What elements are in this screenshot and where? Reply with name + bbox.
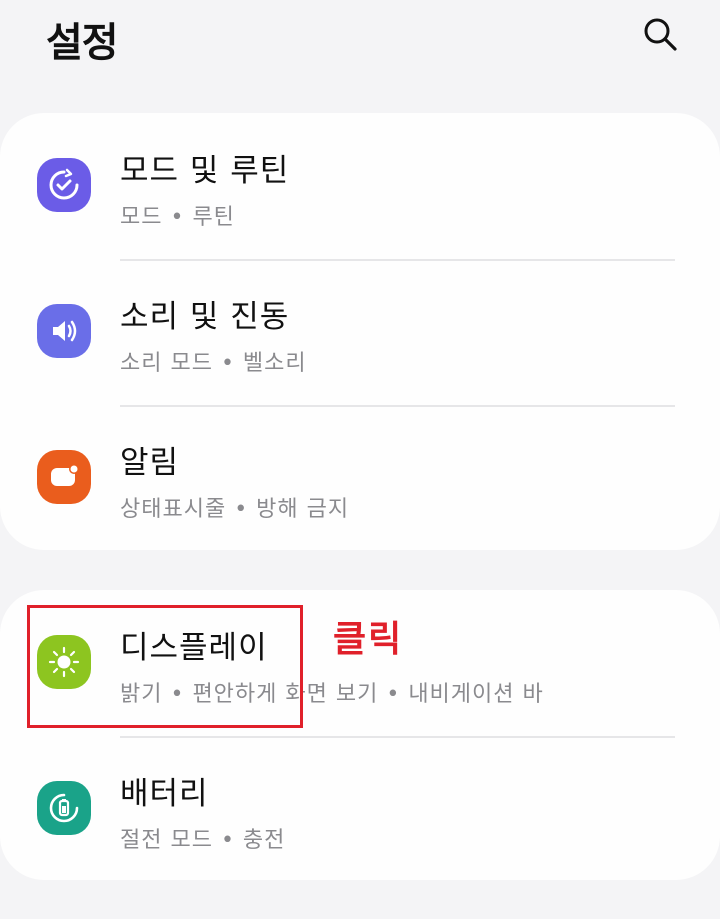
- setting-modes-routines[interactable]: 모드 및 루틴 모드 • 루틴: [0, 113, 720, 259]
- setting-subtitle: 상태표시줄 • 방해 금지: [120, 497, 350, 522]
- setting-battery[interactable]: 배터리 절전 모드 • 충전: [0, 736, 720, 882]
- highlight-box: [27, 605, 303, 728]
- setting-label: 모드 및 루틴: [120, 153, 290, 189]
- setting-subtitle: 소리 모드 • 벨소리: [120, 351, 307, 376]
- page-title: 설정: [46, 20, 119, 66]
- setting-subtitle: 모드 • 루틴: [120, 205, 235, 230]
- search-button[interactable]: [636, 10, 684, 58]
- click-annotation: 클릭: [333, 619, 404, 660]
- search-icon: [644, 18, 677, 51]
- sound-icon: [37, 304, 91, 358]
- modes-routines-icon: [37, 158, 91, 212]
- setting-label: 배터리: [120, 776, 209, 812]
- battery-icon: [37, 781, 91, 835]
- setting-label: 소리 및 진동: [120, 299, 290, 335]
- setting-notifications[interactable]: 알림 상태표시줄 • 방해 금지: [0, 405, 720, 551]
- setting-sound-vibration[interactable]: 소리 및 진동 소리 모드 • 벨소리: [0, 259, 720, 405]
- settings-group-1: 모드 및 루틴 모드 • 루틴 소리 및 진동 소리 모드 • 벨소리 알림 상…: [0, 113, 720, 550]
- notification-icon: [37, 450, 91, 504]
- setting-subtitle: 절전 모드 • 충전: [120, 828, 286, 853]
- setting-label: 알림: [120, 445, 180, 481]
